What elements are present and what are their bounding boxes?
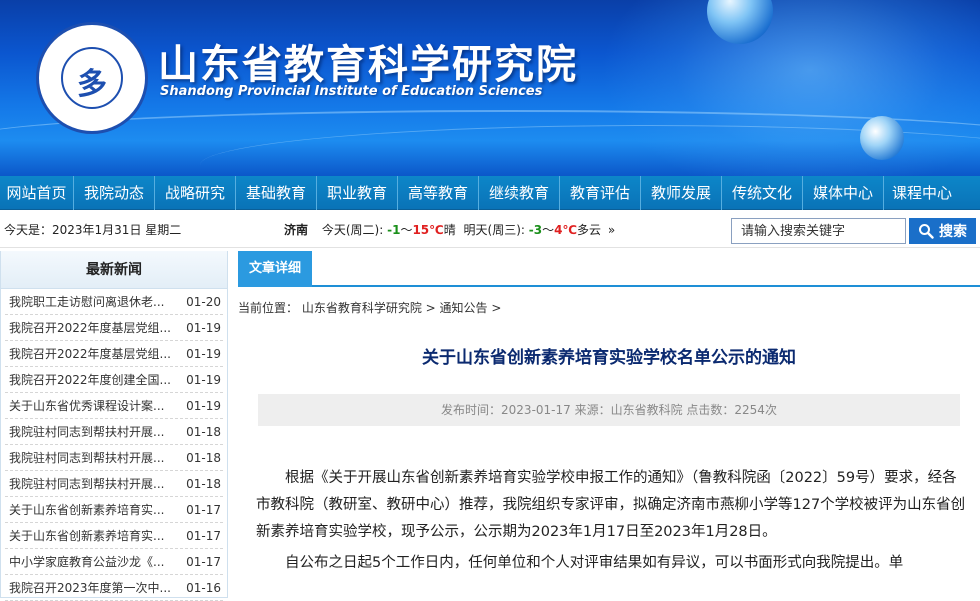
news-title[interactable]: 关于山东省优秀课程设计案... — [5, 393, 170, 418]
news-date: 01-19 — [186, 399, 221, 413]
header-banner: 多 山东省教育科学研究院 Shandong Provincial Institu… — [0, 0, 980, 176]
news-item[interactable]: 我院驻村同志到帮扶村开展... 01-18 — [5, 445, 223, 471]
news-item[interactable]: 我院召开2022年度基层党组... 01-19 — [5, 341, 223, 367]
search-button-label: 搜索 — [939, 224, 967, 240]
weather-tomorrow-label: 明天(周三): — [463, 223, 525, 237]
news-title[interactable]: 我院召开2022年度基层党组... — [5, 315, 170, 340]
news-title[interactable]: 我院召开2022年度创建全国... — [5, 367, 170, 392]
news-title[interactable]: 我院驻村同志到帮扶村开展... — [5, 419, 170, 444]
search-button[interactable]: 搜索 — [909, 218, 976, 244]
news-date: 01-17 — [186, 503, 221, 517]
news-date: 01-17 — [186, 555, 221, 569]
news-date: 01-19 — [186, 373, 221, 387]
breadcrumb: 当前位置： 山东省教育科学研究院 > 通知公告 > — [238, 299, 501, 316]
weather-city: 济南 — [284, 223, 309, 237]
news-title[interactable]: 我院职工走访慰问离退休老... — [5, 289, 170, 314]
nav-item-continuing[interactable]: 继续教育 — [479, 176, 560, 210]
news-title[interactable]: 我院驻村同志到帮扶村开展... — [5, 471, 170, 496]
news-date: 01-20 — [186, 295, 221, 309]
news-item[interactable]: 我院召开2023年度第一次中... 01-16 — [5, 575, 223, 601]
article-meta: 发布时间：2023-01-17 来源：山东省教科院 点击数：2254次 — [258, 394, 960, 426]
search-icon — [919, 224, 934, 239]
news-item[interactable]: 我院驻村同志到帮扶村开展... 01-18 — [5, 419, 223, 445]
news-date: 01-18 — [186, 451, 221, 465]
news-item[interactable]: 我院召开2022年度基层党组... 01-19 — [5, 315, 223, 341]
nav-item-evaluation[interactable]: 教育评估 — [560, 176, 641, 210]
breadcrumb-home[interactable]: 山东省教育科学研究院 — [302, 301, 422, 315]
tab-article-detail[interactable]: 文章详细 — [238, 251, 312, 287]
nav-item-higher-education[interactable]: 高等教育 — [398, 176, 479, 210]
news-title[interactable]: 我院召开2023年度第一次中... — [5, 575, 170, 600]
breadcrumb-prefix: 当前位置： — [238, 301, 299, 315]
news-item[interactable]: 关于山东省创新素养培育实... 01-17 — [5, 497, 223, 523]
news-title[interactable]: 我院驻村同志到帮扶村开展... — [5, 445, 170, 470]
article-panel: 文章详细 当前位置： 山东省教育科学研究院 > 通知公告 > 关于山东省创新素养… — [238, 251, 980, 598]
weather-range-sep: ～ — [400, 223, 413, 237]
latest-news-panel: 最新新闻 我院职工走访慰问离退休老... 01-20 我院召开2022年度基层党组… — [0, 251, 228, 601]
weather-tomorrow-condition: 多云 — [577, 223, 602, 237]
news-list: 我院职工走访慰问离退休老... 01-20 我院召开2022年度基层党组... 01… — [1, 289, 227, 601]
nav-item-news[interactable]: 我院动态 — [74, 176, 155, 210]
news-title[interactable]: 关于山东省创新素养培育实... — [5, 523, 170, 548]
news-date: 01-18 — [186, 425, 221, 439]
news-item[interactable]: 关于山东省优秀课程设计案... 01-19 — [5, 393, 223, 419]
latest-news-title: 最新新闻 — [1, 251, 227, 289]
seal-inner-ring: 多 — [61, 47, 123, 109]
nav-item-culture[interactable]: 传统文化 — [722, 176, 803, 210]
site-subtitle: Shandong Provincial Institute of Educati… — [160, 84, 543, 99]
weather-today-high: 15℃ — [412, 223, 444, 237]
breadcrumb-section[interactable]: 通知公告 — [440, 301, 488, 315]
weather-more-link[interactable]: » — [608, 223, 615, 237]
news-title[interactable]: 关于山东省创新素养培育实... — [5, 497, 170, 522]
news-item[interactable]: 我院职工走访慰问离退休老... 01-20 — [5, 289, 223, 315]
news-item[interactable]: 关于山东省创新素养培育实... 01-17 — [5, 523, 223, 549]
site-title: 山东省教育科学研究院 — [158, 42, 578, 88]
globe-decoration — [860, 116, 904, 160]
breadcrumb-sep: > — [421, 301, 440, 315]
nav-item-home[interactable]: 网站首页 — [0, 176, 74, 210]
nav-item-vocational[interactable]: 职业教育 — [317, 176, 398, 210]
weather-today-low: -1 — [387, 223, 401, 237]
nav-item-teacher[interactable]: 教师发展 — [641, 176, 722, 210]
breadcrumb-end: > — [487, 301, 502, 315]
news-item[interactable]: 我院召开2022年度创建全国... 01-19 — [5, 367, 223, 393]
article-paragraph: 自公布之日起5个工作日内，任何单位和个人对评审结果如有异议，可以书面形式向我院提… — [285, 555, 904, 571]
current-date: 今天是：2023年1月31日 星期二 — [4, 223, 182, 237]
nav-item-courses[interactable]: 课程中心 — [884, 176, 960, 210]
article-tabbar: 文章详细 — [238, 251, 980, 287]
weather-tomorrow-high: 4℃ — [554, 223, 578, 237]
news-date: 01-19 — [186, 321, 221, 335]
main-nav: 网站首页 我院动态 战略研究 基础教育 职业教育 高等教育 继续教育 教育评估 … — [0, 176, 980, 210]
nav-item-strategy[interactable]: 战略研究 — [155, 176, 236, 210]
seal-mark: 多 — [77, 67, 107, 102]
news-date: 01-18 — [186, 477, 221, 491]
weather-forecast: 济南 今天(周二): -1～15℃晴 明天(周三): -3～4℃多云 » — [284, 221, 615, 238]
news-item[interactable]: 我院驻村同志到帮扶村开展... 01-18 — [5, 471, 223, 497]
nav-item-basic-education[interactable]: 基础教育 — [236, 176, 317, 210]
search-input[interactable] — [731, 218, 906, 244]
news-date: 01-16 — [186, 581, 221, 595]
news-date: 01-17 — [186, 529, 221, 543]
weather-tomorrow-low: -3 — [528, 223, 543, 237]
institute-seal-logo[interactable]: 多 — [36, 22, 148, 134]
news-date: 01-19 — [186, 347, 221, 361]
article-title: 关于山东省创新素养培育实验学校名单公示的通知 — [422, 348, 796, 368]
weather-today-label: 今天(周二): — [321, 223, 384, 237]
article-paragraph: 根据《关于开展山东省创新素养培育实验学校申报工作的通知》（鲁教科院函〔2022〕… — [256, 470, 966, 540]
article-body: 根据《关于开展山东省创新素养培育实验学校申报工作的通知》（鲁教科院函〔2022〕… — [256, 465, 968, 577]
news-title[interactable]: 我院召开2022年度基层党组... — [5, 341, 170, 366]
nav-item-media[interactable]: 媒体中心 — [803, 176, 884, 210]
weather-range-sep: ～ — [542, 223, 555, 237]
weather-today-condition: 晴 — [443, 223, 456, 237]
news-title[interactable]: 中小学家庭教育公益沙龙《... — [5, 549, 170, 574]
info-bar: 今天是：2023年1月31日 星期二 济南 今天(周二): -1～15℃晴 明天… — [0, 210, 980, 248]
news-item[interactable]: 中小学家庭教育公益沙龙《... 01-17 — [5, 549, 223, 575]
